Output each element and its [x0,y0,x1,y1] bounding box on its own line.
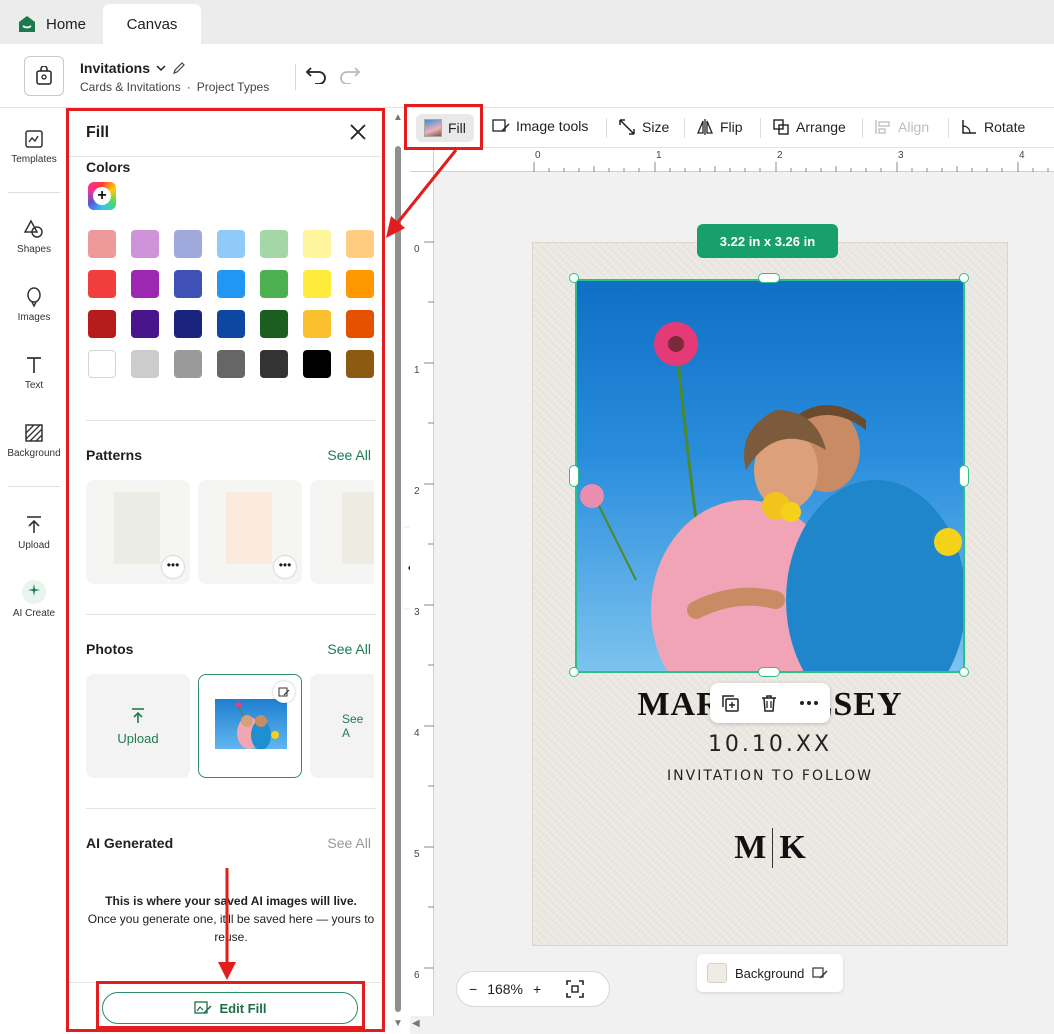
annotation-arrow [393,149,458,227]
annotation-arrows [218,149,458,980]
annotation-arrowhead [218,962,236,980]
